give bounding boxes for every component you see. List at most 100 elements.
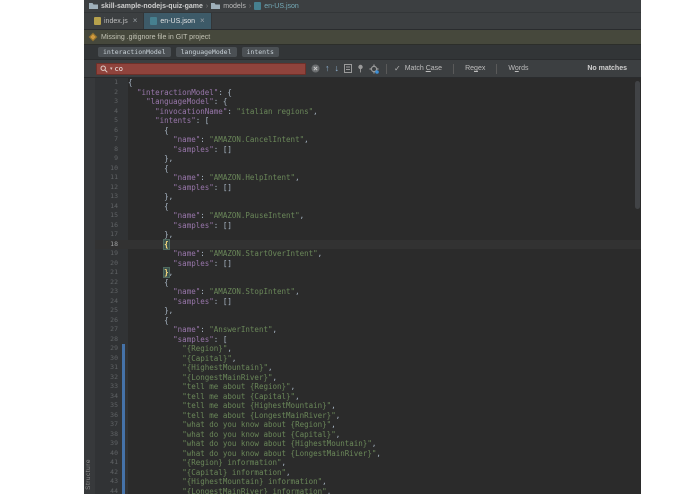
code-line-18[interactable]: 18 {	[95, 238, 641, 250]
close-tab-icon[interactable]: ×	[133, 17, 138, 25]
line-number: 30	[110, 353, 118, 362]
vcs-change-marker	[122, 173, 125, 183]
search-settings-gear-icon[interactable]	[369, 64, 379, 74]
code-line-3[interactable]: 3 "languageModel": {	[95, 97, 641, 107]
code-line-40[interactable]: 40 "what do you know about {LongestMainR…	[95, 448, 641, 458]
navigation-bar: skill-sample-nodejs-quiz-game › models ›…	[84, 0, 641, 13]
code-line-22[interactable]: 22 {	[95, 278, 641, 288]
close-tab-icon[interactable]: ×	[200, 17, 205, 25]
code-line-10[interactable]: 10 {	[95, 164, 641, 174]
vcs-change-marker	[122, 448, 125, 458]
vcs-change-marker	[122, 88, 125, 98]
breadcrumb-interactionModel[interactable]: interactionModel	[98, 47, 171, 57]
code-line-39[interactable]: 39 "what do you know about {HighestMount…	[95, 439, 641, 449]
code-editor[interactable]: 1{2 "interactionModel": {3 "languageMode…	[84, 78, 641, 494]
code-line-41[interactable]: 41 "{Region} information",	[95, 458, 641, 468]
code-line-44[interactable]: 44 "{LongestMainRiver} information",	[95, 486, 641, 494]
code-text: "what do you know about {Region}",	[182, 420, 336, 429]
vcs-change-marker	[122, 97, 125, 107]
code-text: "samples": []	[173, 220, 232, 230]
line-number: 20	[110, 258, 118, 267]
code-line-33[interactable]: 33 "tell me about {Region}",	[95, 382, 641, 392]
code-line-37[interactable]: 37 "what do you know about {Region}",	[95, 420, 641, 430]
code-text: "what do you know about {LongestMainRive…	[182, 448, 381, 458]
vcs-change-marker	[122, 297, 125, 307]
code-line-17[interactable]: 17 },	[95, 230, 641, 240]
code-text: {	[128, 201, 169, 211]
code-line-36[interactable]: 36 "tell me about {LongestMainRiver}",	[95, 410, 641, 420]
code-line-43[interactable]: 43 "{HighestMountain} information",	[95, 477, 641, 487]
tab-bar: index.js × en-US.json ×	[84, 13, 641, 30]
search-input[interactable]: ▾ co	[96, 62, 306, 75]
tab-index.js[interactable]: index.js ×	[88, 13, 145, 29]
code-line-11[interactable]: 11 "name": "AMAZON.HelpIntent",	[95, 173, 641, 183]
code-line-1[interactable]: 1{	[95, 78, 641, 88]
code-line-20[interactable]: 20 "samples": []	[95, 259, 641, 269]
search-history-chevron-icon[interactable]: ▾	[110, 66, 113, 72]
code-line-19[interactable]: 19 "name": "AMAZON.StartOverIntent",	[95, 249, 641, 259]
code-line-31[interactable]: 31 "{HighestMountain}",	[95, 363, 641, 373]
code-line-28[interactable]: 28 "samples": [	[95, 335, 641, 345]
code-line-34[interactable]: 34 "tell me about {Capital}",	[95, 391, 641, 401]
vcs-change-marker	[122, 278, 125, 288]
nav-folder-models[interactable]: models	[223, 3, 246, 10]
code-line-5[interactable]: 5 "intents": [	[95, 116, 641, 126]
code-line-23[interactable]: 23 "name": "AMAZON.StopIntent",	[95, 287, 641, 297]
find-option-words[interactable]: Words	[508, 65, 528, 72]
option-divider	[496, 63, 498, 74]
code-line-4[interactable]: 4 "invocationName": "italian regions",	[95, 107, 641, 117]
code-text: "{HighestMountain}",	[182, 363, 273, 372]
project-folder-icon	[89, 2, 98, 10]
pin-search-icon[interactable]	[357, 64, 364, 73]
tab-en-US.json[interactable]: en-US.json ×	[144, 13, 212, 29]
find-option-regex[interactable]: Regex	[465, 65, 485, 72]
breadcrumb-separator: ›	[205, 2, 209, 10]
vcs-change-marker	[122, 335, 125, 345]
code-text: "tell me about {Capital}",	[182, 391, 300, 401]
code-line-29[interactable]: 29 "{Region}",	[95, 344, 641, 354]
code-line-27[interactable]: 27 "name": "AnswerIntent",	[95, 325, 641, 335]
vcs-change-marker	[122, 420, 125, 430]
find-option-match-case[interactable]: Match Case	[405, 65, 442, 72]
line-number: 11	[110, 173, 118, 181]
line-number: 41	[110, 458, 118, 466]
code-line-9[interactable]: 9 },	[95, 154, 641, 164]
next-match-icon[interactable]: ↓	[335, 64, 340, 73]
code-line-12[interactable]: 12 "samples": []	[95, 183, 641, 193]
code-line-25[interactable]: 25 },	[95, 306, 641, 316]
previous-match-icon[interactable]: ↑	[325, 64, 330, 73]
code-line-24[interactable]: 24 "samples": []	[95, 297, 641, 307]
code-line-26[interactable]: 26 {	[95, 316, 641, 326]
code-line-8[interactable]: 8 "samples": []	[95, 145, 641, 155]
code-line-15[interactable]: 15 "name": "AMAZON.PauseIntent",	[95, 211, 641, 221]
code-line-30[interactable]: 30 "{Capital}",	[95, 353, 641, 363]
nav-file-en-us-json[interactable]: en-US.json	[264, 3, 299, 10]
code-text: {	[163, 238, 170, 250]
code-line-21[interactable]: 21 },	[95, 267, 641, 278]
multiline-search-icon[interactable]	[344, 64, 352, 73]
code-text: "name": "AMAZON.CancelIntent",	[173, 135, 309, 144]
line-number: 26	[110, 315, 118, 324]
scrollbar-thumb[interactable]	[635, 81, 640, 209]
code-line-13[interactable]: 13 },	[95, 192, 641, 202]
breadcrumb-languageModel[interactable]: languageModel	[175, 47, 237, 57]
code-line-6[interactable]: 6 {	[95, 126, 641, 136]
code-line-16[interactable]: 16 "samples": []	[95, 221, 641, 231]
code-line-2[interactable]: 2 "interactionModel": {	[95, 88, 641, 98]
nav-project-name[interactable]: skill-sample-nodejs-quiz-game	[101, 3, 203, 10]
breadcrumb-intents[interactable]: intents	[241, 47, 279, 57]
code-line-38[interactable]: 38 "what do you know about {Capital}",	[95, 429, 641, 439]
line-number: 17	[110, 230, 118, 238]
editor-scrollbar[interactable]	[634, 78, 641, 494]
vcs-change-marker	[122, 467, 125, 477]
code-line-42[interactable]: 42 "{Capital} information",	[95, 467, 641, 477]
tool-window-button-structure[interactable]: Structure	[85, 459, 92, 490]
vcs-change-marker	[122, 192, 125, 202]
code-line-14[interactable]: 14 {	[95, 202, 641, 212]
line-number: 35	[110, 401, 118, 409]
checkmark-icon: ✓	[394, 64, 401, 73]
clear-search-icon[interactable]	[311, 64, 320, 73]
code-line-32[interactable]: 32 "{LongestMainRiver}",	[95, 372, 641, 382]
code-line-35[interactable]: 35 "tell me about {HighestMountain}",	[95, 401, 641, 411]
code-line-7[interactable]: 7 "name": "AMAZON.CancelIntent",	[95, 135, 641, 145]
